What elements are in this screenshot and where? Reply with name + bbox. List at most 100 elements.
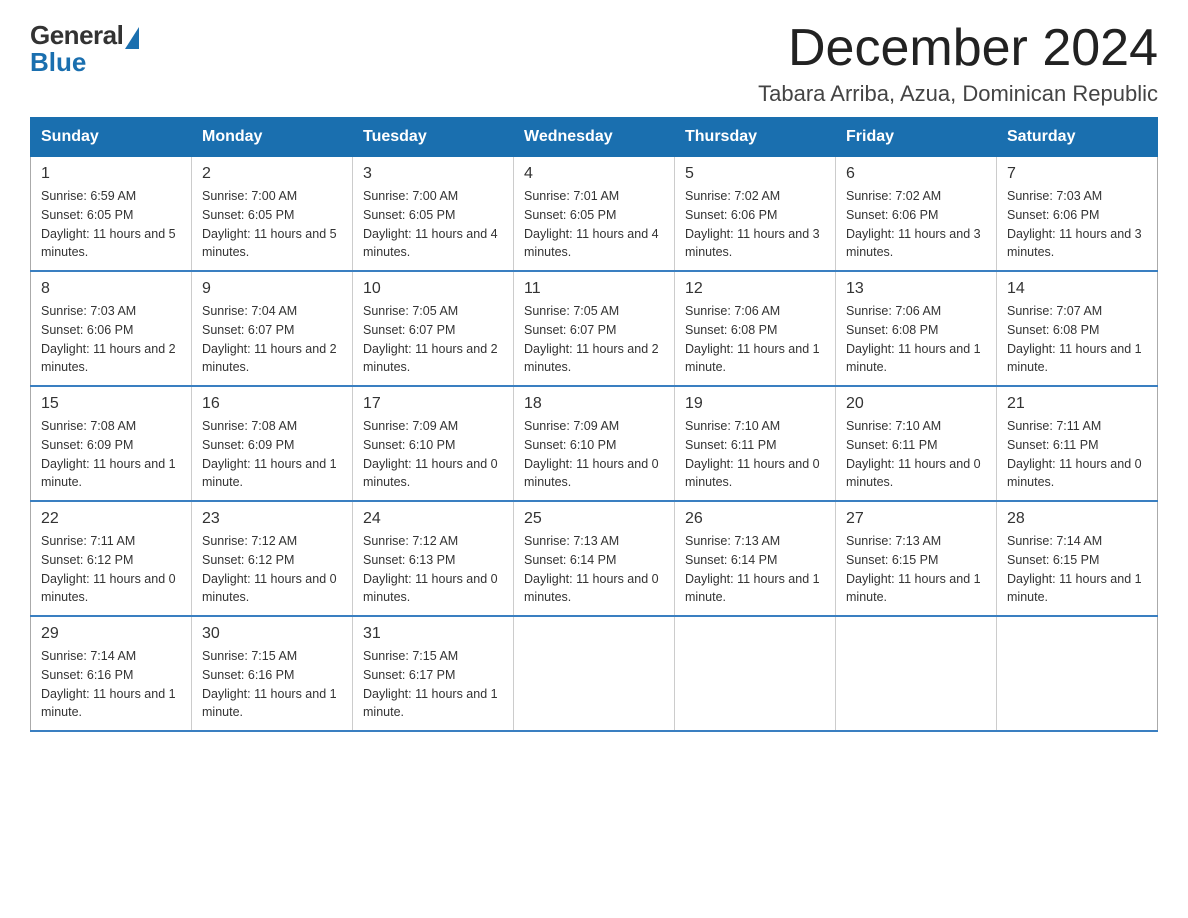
- month-title: December 2024: [758, 20, 1158, 77]
- day-info: Sunrise: 7:00 AM Sunset: 6:05 PM Dayligh…: [202, 187, 342, 262]
- table-row: 4 Sunrise: 7:01 AM Sunset: 6:05 PM Dayli…: [514, 157, 675, 272]
- table-row: [514, 616, 675, 731]
- day-info: Sunrise: 7:15 AM Sunset: 6:17 PM Dayligh…: [363, 647, 503, 722]
- table-row: 3 Sunrise: 7:00 AM Sunset: 6:05 PM Dayli…: [353, 157, 514, 272]
- day-info: Sunrise: 7:10 AM Sunset: 6:11 PM Dayligh…: [846, 417, 986, 492]
- day-number: 31: [363, 625, 503, 643]
- calendar-week-row: 22 Sunrise: 7:11 AM Sunset: 6:12 PM Dayl…: [31, 501, 1158, 616]
- table-row: 2 Sunrise: 7:00 AM Sunset: 6:05 PM Dayli…: [192, 157, 353, 272]
- col-saturday: Saturday: [997, 118, 1158, 157]
- day-info: Sunrise: 7:05 AM Sunset: 6:07 PM Dayligh…: [363, 302, 503, 377]
- day-info: Sunrise: 7:04 AM Sunset: 6:07 PM Dayligh…: [202, 302, 342, 377]
- day-info: Sunrise: 7:14 AM Sunset: 6:16 PM Dayligh…: [41, 647, 181, 722]
- day-number: 2: [202, 165, 342, 183]
- day-info: Sunrise: 7:09 AM Sunset: 6:10 PM Dayligh…: [524, 417, 664, 492]
- day-number: 8: [41, 280, 181, 298]
- day-number: 5: [685, 165, 825, 183]
- day-number: 10: [363, 280, 503, 298]
- day-number: 24: [363, 510, 503, 528]
- day-number: 16: [202, 395, 342, 413]
- day-info: Sunrise: 7:08 AM Sunset: 6:09 PM Dayligh…: [41, 417, 181, 492]
- day-number: 30: [202, 625, 342, 643]
- table-row: [836, 616, 997, 731]
- day-info: Sunrise: 6:59 AM Sunset: 6:05 PM Dayligh…: [41, 187, 181, 262]
- col-tuesday: Tuesday: [353, 118, 514, 157]
- table-row: 11 Sunrise: 7:05 AM Sunset: 6:07 PM Dayl…: [514, 271, 675, 386]
- day-info: Sunrise: 7:15 AM Sunset: 6:16 PM Dayligh…: [202, 647, 342, 722]
- day-info: Sunrise: 7:13 AM Sunset: 6:15 PM Dayligh…: [846, 532, 986, 607]
- day-number: 13: [846, 280, 986, 298]
- day-number: 18: [524, 395, 664, 413]
- day-info: Sunrise: 7:01 AM Sunset: 6:05 PM Dayligh…: [524, 187, 664, 262]
- day-number: 21: [1007, 395, 1147, 413]
- day-number: 4: [524, 165, 664, 183]
- col-wednesday: Wednesday: [514, 118, 675, 157]
- day-number: 14: [1007, 280, 1147, 298]
- table-row: 8 Sunrise: 7:03 AM Sunset: 6:06 PM Dayli…: [31, 271, 192, 386]
- day-number: 27: [846, 510, 986, 528]
- table-row: 29 Sunrise: 7:14 AM Sunset: 6:16 PM Dayl…: [31, 616, 192, 731]
- day-number: 23: [202, 510, 342, 528]
- day-info: Sunrise: 7:06 AM Sunset: 6:08 PM Dayligh…: [685, 302, 825, 377]
- table-row: 27 Sunrise: 7:13 AM Sunset: 6:15 PM Dayl…: [836, 501, 997, 616]
- calendar-week-row: 8 Sunrise: 7:03 AM Sunset: 6:06 PM Dayli…: [31, 271, 1158, 386]
- day-number: 17: [363, 395, 503, 413]
- day-info: Sunrise: 7:09 AM Sunset: 6:10 PM Dayligh…: [363, 417, 503, 492]
- table-row: 30 Sunrise: 7:15 AM Sunset: 6:16 PM Dayl…: [192, 616, 353, 731]
- calendar-header-row: Sunday Monday Tuesday Wednesday Thursday…: [31, 118, 1158, 157]
- table-row: 25 Sunrise: 7:13 AM Sunset: 6:14 PM Dayl…: [514, 501, 675, 616]
- day-info: Sunrise: 7:11 AM Sunset: 6:11 PM Dayligh…: [1007, 417, 1147, 492]
- day-info: Sunrise: 7:06 AM Sunset: 6:08 PM Dayligh…: [846, 302, 986, 377]
- day-number: 12: [685, 280, 825, 298]
- table-row: 24 Sunrise: 7:12 AM Sunset: 6:13 PM Dayl…: [353, 501, 514, 616]
- table-row: 7 Sunrise: 7:03 AM Sunset: 6:06 PM Dayli…: [997, 157, 1158, 272]
- calendar-week-row: 1 Sunrise: 6:59 AM Sunset: 6:05 PM Dayli…: [31, 157, 1158, 272]
- day-number: 6: [846, 165, 986, 183]
- table-row: [675, 616, 836, 731]
- day-info: Sunrise: 7:05 AM Sunset: 6:07 PM Dayligh…: [524, 302, 664, 377]
- table-row: 19 Sunrise: 7:10 AM Sunset: 6:11 PM Dayl…: [675, 386, 836, 501]
- logo: General Blue: [30, 20, 139, 78]
- calendar-table: Sunday Monday Tuesday Wednesday Thursday…: [30, 117, 1158, 732]
- day-number: 28: [1007, 510, 1147, 528]
- day-info: Sunrise: 7:12 AM Sunset: 6:13 PM Dayligh…: [363, 532, 503, 607]
- day-info: Sunrise: 7:11 AM Sunset: 6:12 PM Dayligh…: [41, 532, 181, 607]
- day-number: 9: [202, 280, 342, 298]
- day-number: 3: [363, 165, 503, 183]
- table-row: [997, 616, 1158, 731]
- day-number: 7: [1007, 165, 1147, 183]
- table-row: 20 Sunrise: 7:10 AM Sunset: 6:11 PM Dayl…: [836, 386, 997, 501]
- table-row: 18 Sunrise: 7:09 AM Sunset: 6:10 PM Dayl…: [514, 386, 675, 501]
- table-row: 21 Sunrise: 7:11 AM Sunset: 6:11 PM Dayl…: [997, 386, 1158, 501]
- day-number: 15: [41, 395, 181, 413]
- table-row: 6 Sunrise: 7:02 AM Sunset: 6:06 PM Dayli…: [836, 157, 997, 272]
- day-number: 29: [41, 625, 181, 643]
- day-info: Sunrise: 7:13 AM Sunset: 6:14 PM Dayligh…: [524, 532, 664, 607]
- table-row: 14 Sunrise: 7:07 AM Sunset: 6:08 PM Dayl…: [997, 271, 1158, 386]
- day-number: 1: [41, 165, 181, 183]
- logo-triangle-icon: [125, 27, 139, 49]
- col-friday: Friday: [836, 118, 997, 157]
- day-info: Sunrise: 7:02 AM Sunset: 6:06 PM Dayligh…: [685, 187, 825, 262]
- day-info: Sunrise: 7:03 AM Sunset: 6:06 PM Dayligh…: [1007, 187, 1147, 262]
- day-number: 11: [524, 280, 664, 298]
- table-row: 26 Sunrise: 7:13 AM Sunset: 6:14 PM Dayl…: [675, 501, 836, 616]
- table-row: 16 Sunrise: 7:08 AM Sunset: 6:09 PM Dayl…: [192, 386, 353, 501]
- col-thursday: Thursday: [675, 118, 836, 157]
- table-row: 17 Sunrise: 7:09 AM Sunset: 6:10 PM Dayl…: [353, 386, 514, 501]
- title-section: December 2024 Tabara Arriba, Azua, Domin…: [758, 20, 1158, 107]
- day-info: Sunrise: 7:03 AM Sunset: 6:06 PM Dayligh…: [41, 302, 181, 377]
- col-sunday: Sunday: [31, 118, 192, 157]
- calendar-week-row: 29 Sunrise: 7:14 AM Sunset: 6:16 PM Dayl…: [31, 616, 1158, 731]
- calendar-week-row: 15 Sunrise: 7:08 AM Sunset: 6:09 PM Dayl…: [31, 386, 1158, 501]
- day-info: Sunrise: 7:14 AM Sunset: 6:15 PM Dayligh…: [1007, 532, 1147, 607]
- table-row: 5 Sunrise: 7:02 AM Sunset: 6:06 PM Dayli…: [675, 157, 836, 272]
- table-row: 9 Sunrise: 7:04 AM Sunset: 6:07 PM Dayli…: [192, 271, 353, 386]
- day-info: Sunrise: 7:08 AM Sunset: 6:09 PM Dayligh…: [202, 417, 342, 492]
- day-number: 20: [846, 395, 986, 413]
- table-row: 22 Sunrise: 7:11 AM Sunset: 6:12 PM Dayl…: [31, 501, 192, 616]
- table-row: 10 Sunrise: 7:05 AM Sunset: 6:07 PM Dayl…: [353, 271, 514, 386]
- table-row: 23 Sunrise: 7:12 AM Sunset: 6:12 PM Dayl…: [192, 501, 353, 616]
- page-header: General Blue December 2024 Tabara Arriba…: [30, 20, 1158, 107]
- day-number: 25: [524, 510, 664, 528]
